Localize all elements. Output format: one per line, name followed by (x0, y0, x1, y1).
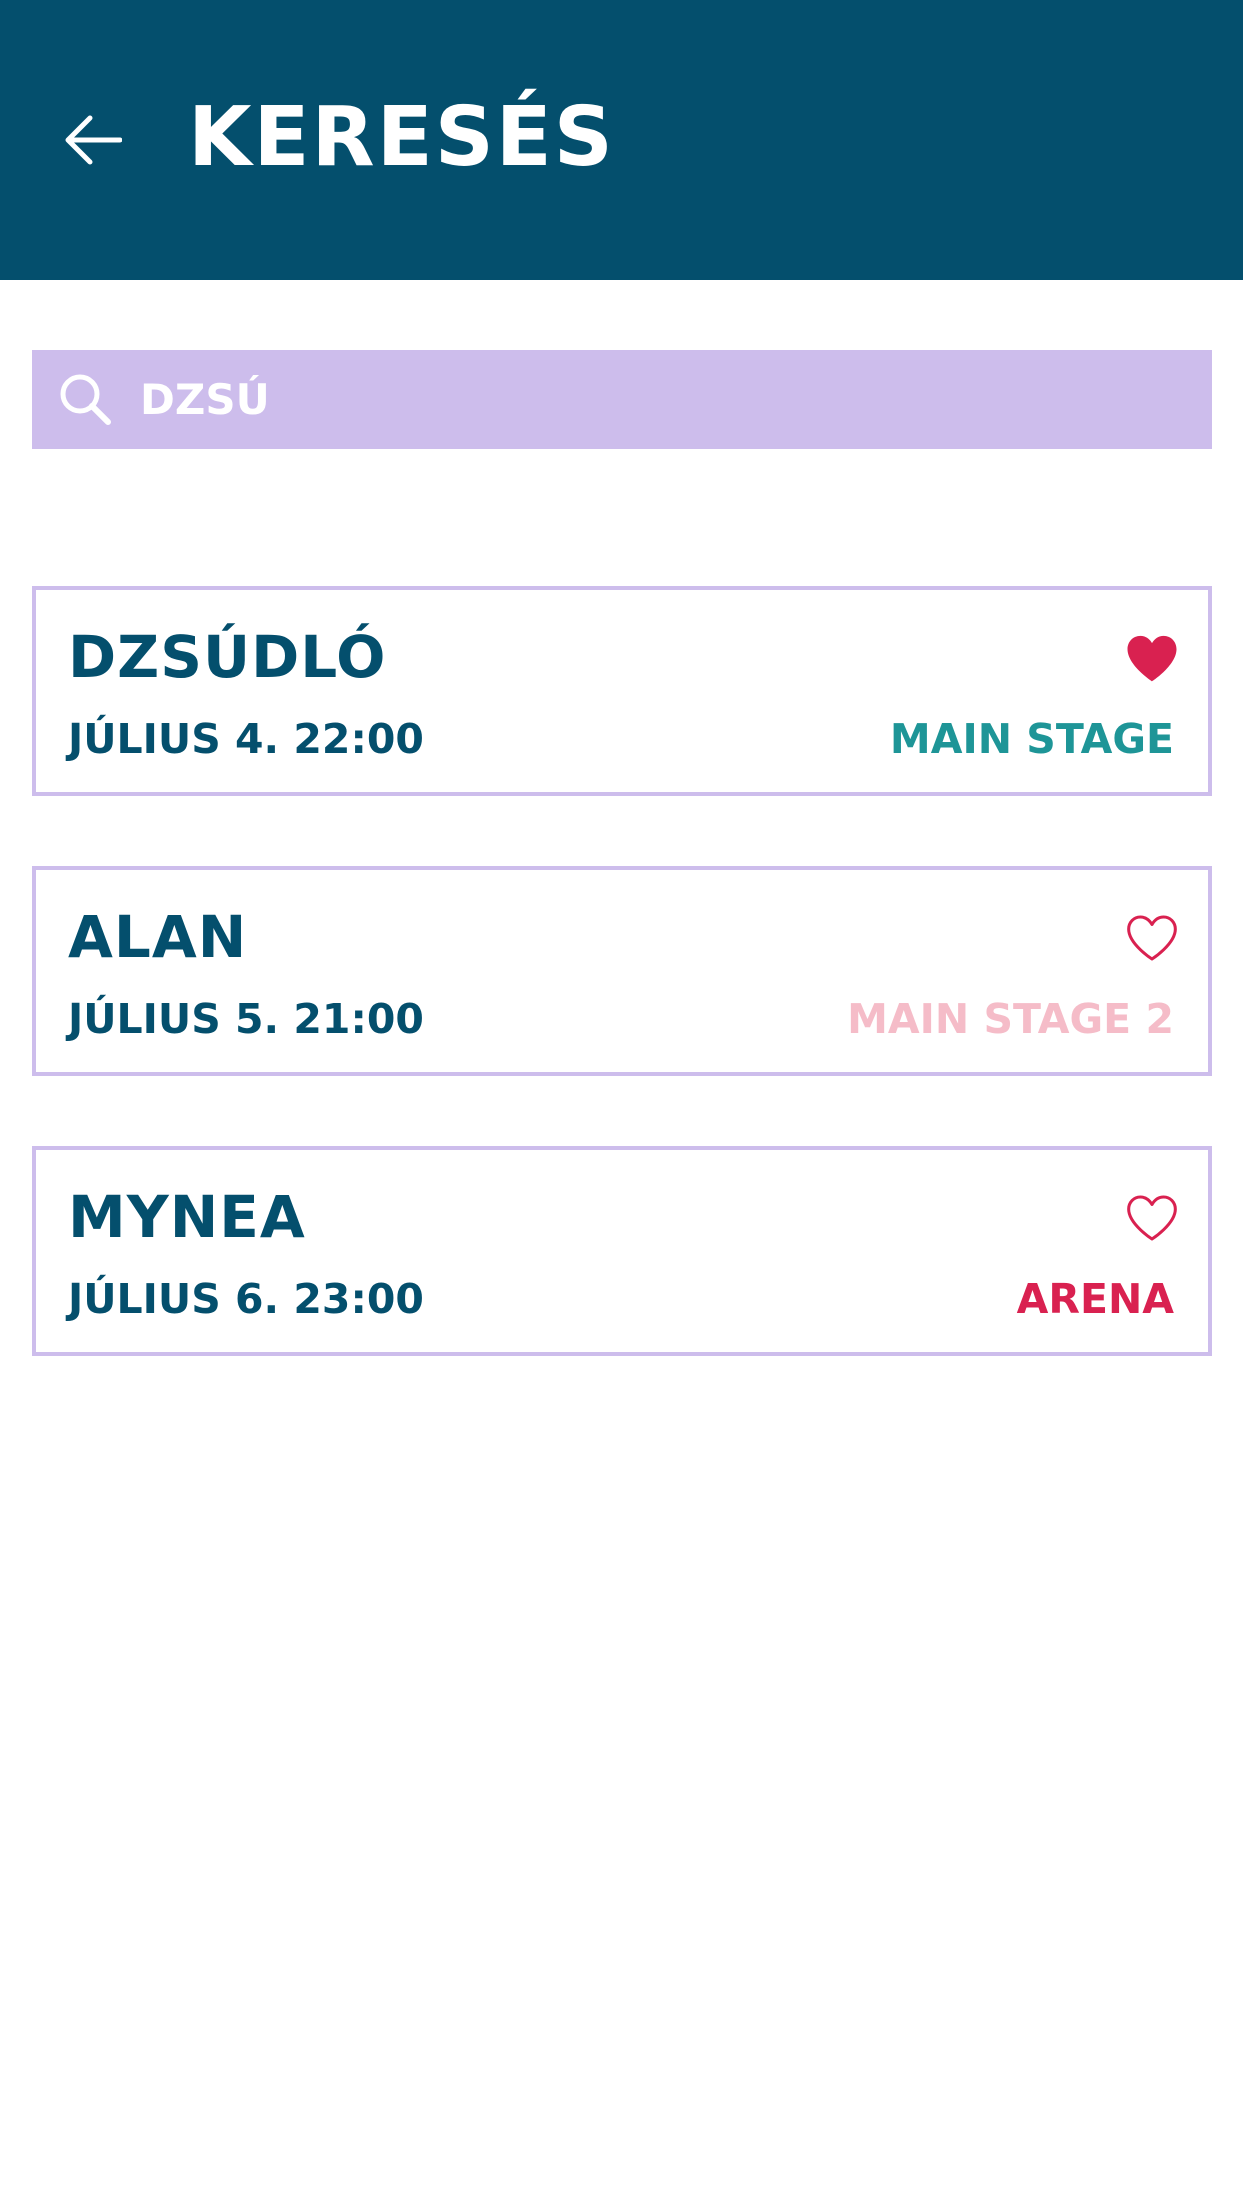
heart-filled-icon (1127, 635, 1177, 682)
heart-outline-icon (1127, 915, 1177, 961)
result-card[interactable]: DZSÚDLÓ JÚLIUS 4. 22:00 MAIN STAGE (32, 586, 1212, 796)
performance-datetime: JÚLIUS 5. 21:00 (68, 995, 424, 1043)
search-results-list: DZSÚDLÓ JÚLIUS 4. 22:00 MAIN STAGE ALAN … (32, 586, 1212, 1426)
performance-datetime: JÚLIUS 6. 23:00 (68, 1275, 424, 1323)
search-icon (58, 372, 114, 428)
artist-name: DZSÚDLÓ (68, 623, 387, 691)
favorite-button[interactable] (1122, 1188, 1182, 1248)
top-app-bar: KERESÉS (0, 0, 1243, 280)
favorite-button[interactable] (1122, 628, 1182, 688)
search-bar[interactable] (32, 350, 1212, 449)
performance-datetime: JÚLIUS 4. 22:00 (68, 715, 424, 763)
page-title: KERESÉS (188, 90, 615, 185)
back-button[interactable] (50, 100, 134, 180)
stage-label: MAIN STAGE (889, 715, 1174, 763)
result-card[interactable]: ALAN JÚLIUS 5. 21:00 MAIN STAGE 2 (32, 866, 1212, 1076)
heart-outline-icon (1127, 1195, 1177, 1241)
favorite-button[interactable] (1122, 908, 1182, 968)
result-card[interactable]: MYNEA JÚLIUS 6. 23:00 ARENA (32, 1146, 1212, 1356)
stage-label: MAIN STAGE 2 (847, 995, 1174, 1043)
stage-label: ARENA (1016, 1275, 1174, 1323)
arrow-left-icon (65, 115, 122, 165)
artist-name: MYNEA (68, 1183, 306, 1251)
search-input[interactable] (140, 350, 1212, 449)
artist-name: ALAN (68, 903, 248, 971)
